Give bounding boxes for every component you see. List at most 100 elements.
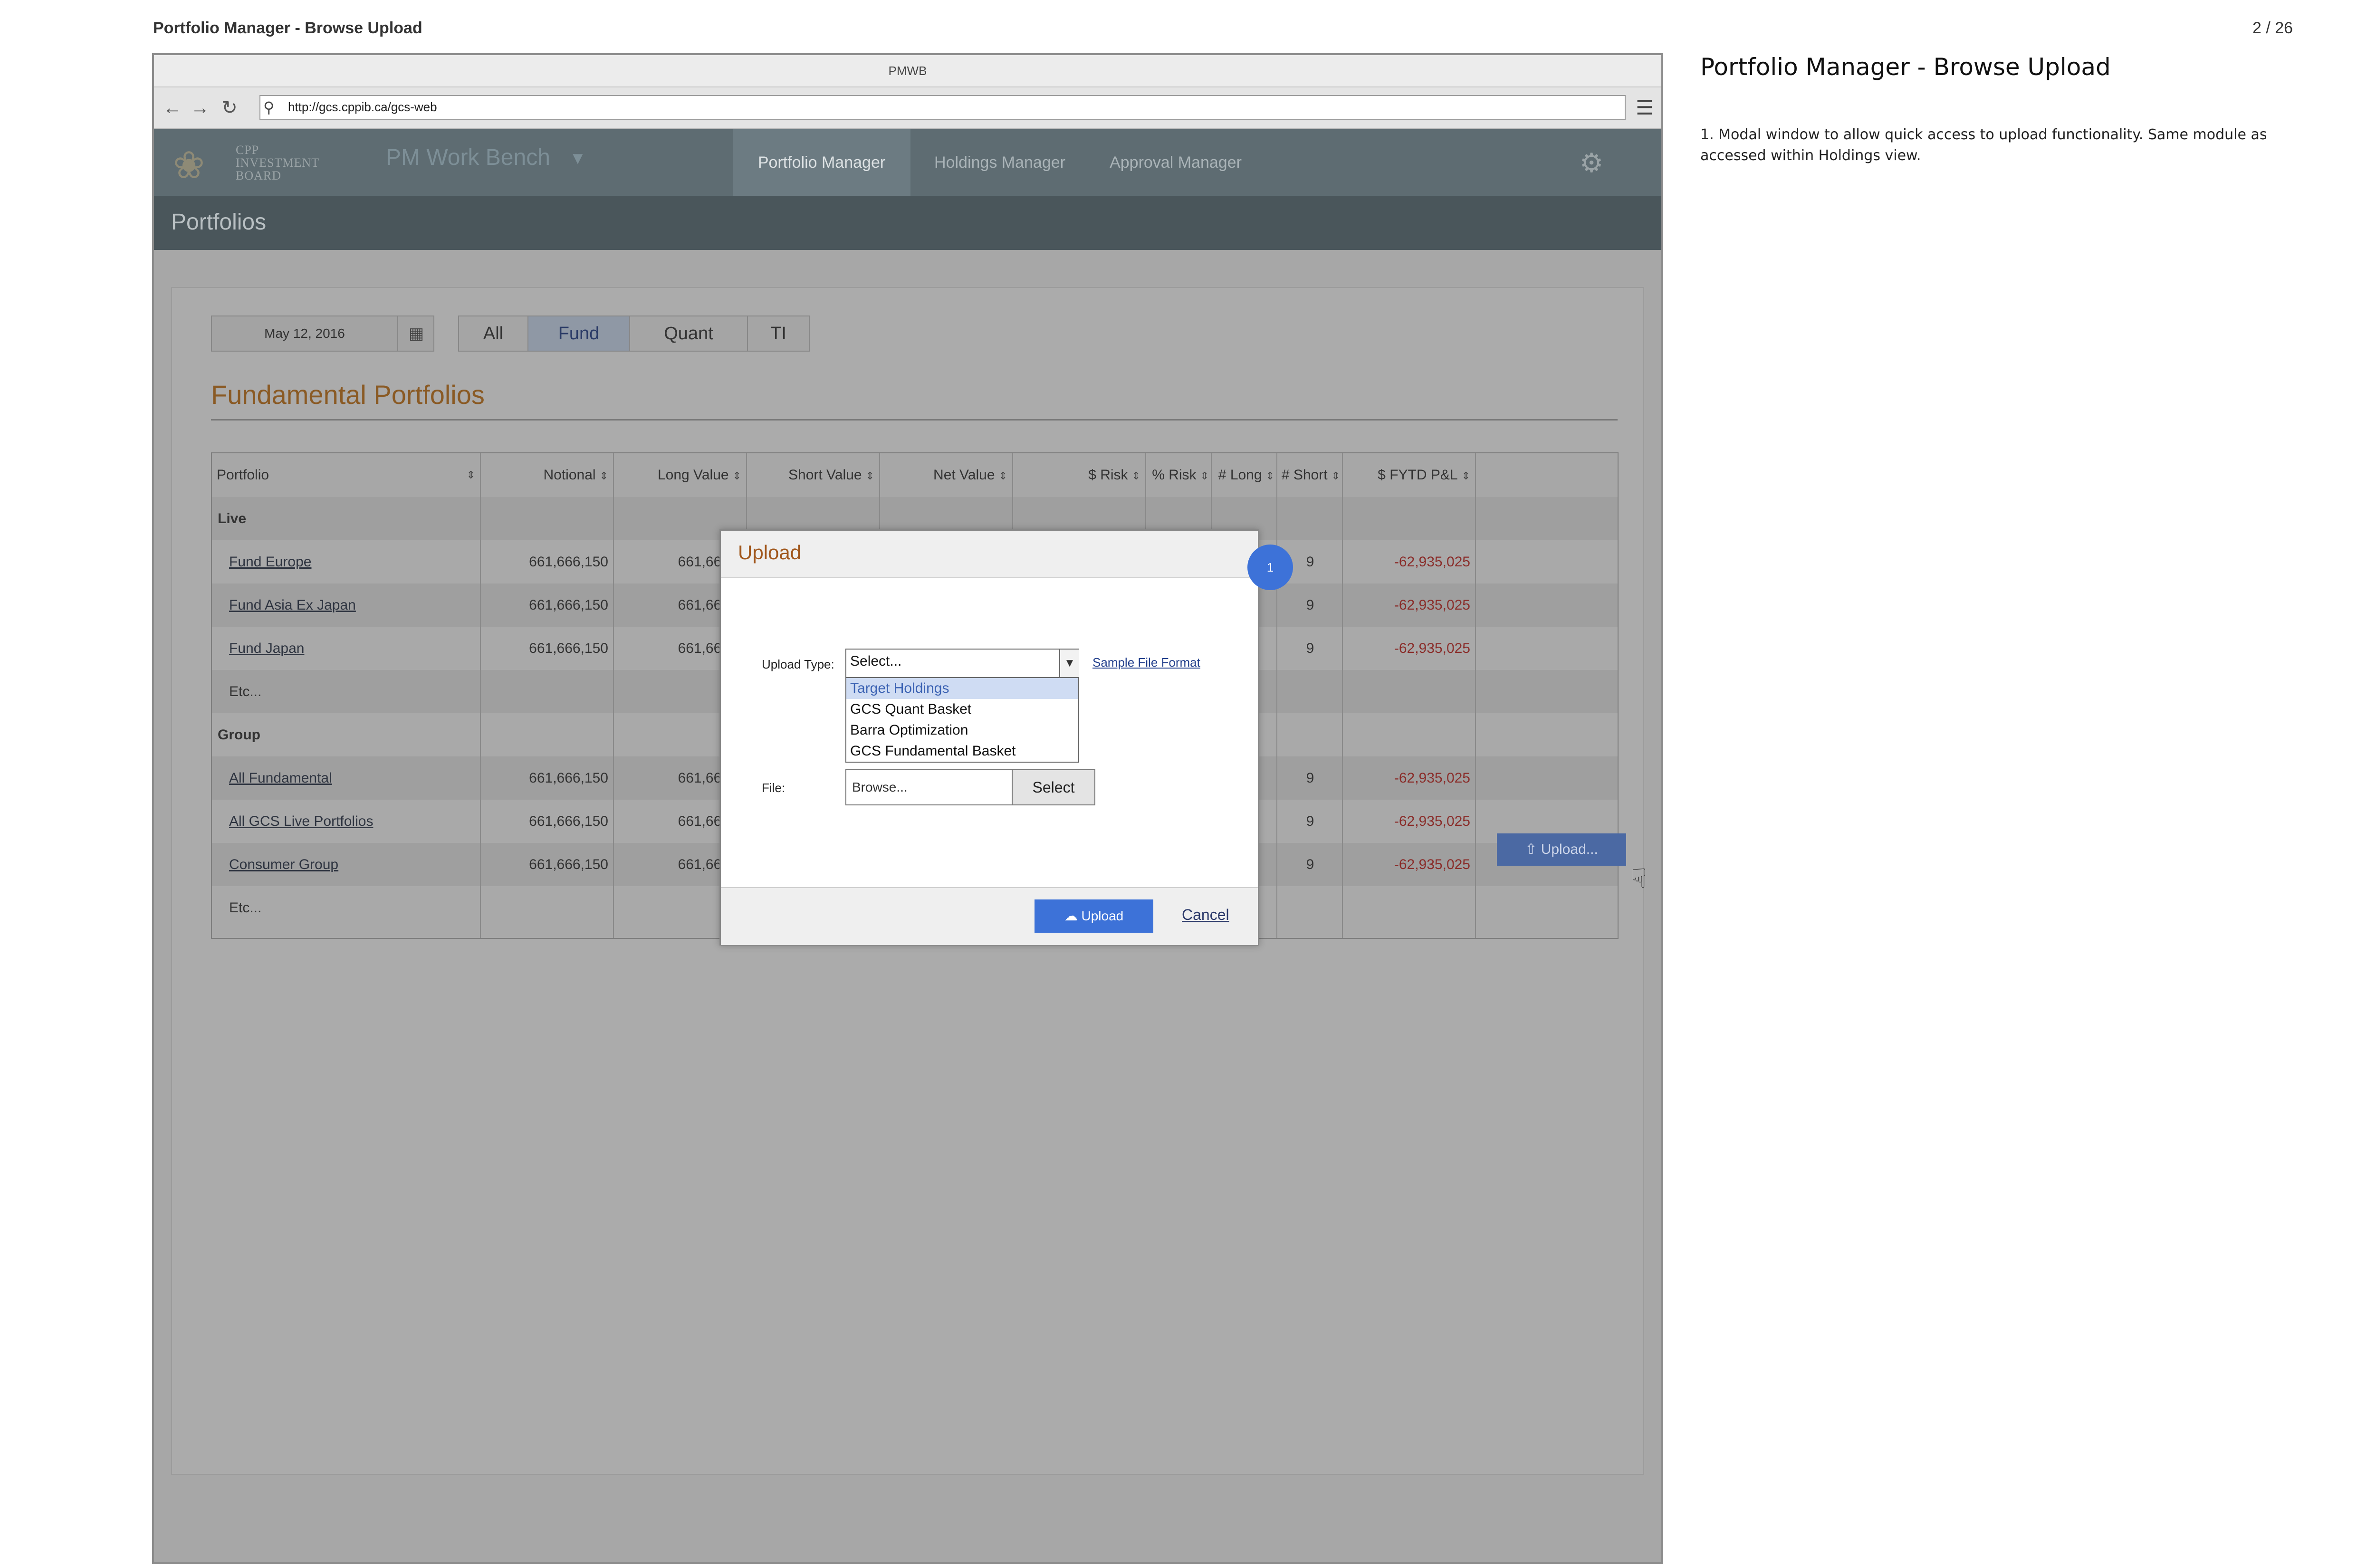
annotation-note: 1. Modal window to allow quick access to… (1700, 126, 2267, 164)
notional-cell: 661,666,150 (529, 813, 608, 829)
select-file-button[interactable]: Select (1012, 769, 1095, 805)
column-header-short-count[interactable]: # Short ⇕ (1277, 453, 1343, 497)
row-upload-button[interactable]: ⇧ Upload... (1497, 833, 1626, 866)
sort-icon[interactable]: ⇕ (1266, 470, 1274, 482)
reload-icon[interactable]: ↻ (218, 96, 241, 120)
hamburger-menu-icon[interactable]: ☰ (1633, 96, 1657, 120)
portfolio-link[interactable]: All Fundamental (212, 756, 481, 800)
portfolio-link[interactable]: All GCS Live Portfolios (212, 800, 481, 843)
caret-down-icon[interactable]: ▼ (569, 148, 586, 168)
url-bar[interactable]: ⚲ http://gcs.cppib.ca/gcs-web (259, 95, 1626, 120)
short-count-cell: 9 (1306, 857, 1314, 872)
column-header-portfolio[interactable]: Portfolio ⇕ (212, 453, 481, 497)
sort-icon[interactable]: ⇕ (1132, 470, 1140, 482)
short-count-cell: 9 (1306, 770, 1314, 786)
fytd-pnl-cell: -62,935,025 (1394, 641, 1470, 656)
forward-arrow-icon[interactable]: → (188, 96, 212, 120)
gear-icon[interactable]: ⚙ (1580, 147, 1603, 179)
column-header-dollar-risk[interactable]: $ Risk ⇕ (1013, 453, 1146, 497)
sort-icon[interactable]: ⇕ (866, 470, 874, 482)
option-gcs-quant-basket[interactable]: GCS Quant Basket (846, 699, 1078, 720)
column-header-fytd-pnl[interactable]: $ FYTD P&L ⇕ (1343, 453, 1476, 497)
sort-icon[interactable]: ⇕ (1332, 470, 1340, 482)
column-divider (613, 453, 614, 938)
sort-icon[interactable]: ⇕ (733, 470, 741, 482)
back-arrow-icon[interactable]: ← (161, 96, 184, 120)
notional-cell: 661,666,150 (529, 857, 608, 872)
option-gcs-fundamental-basket[interactable]: GCS Fundamental Basket (846, 741, 1078, 762)
upload-button[interactable]: ☁ Upload (1035, 899, 1153, 933)
upload-type-label: Upload Type: (762, 657, 834, 671)
column-header-percent-risk[interactable]: % Risk ⇕ (1146, 453, 1212, 497)
page-title: Portfolio Manager - Browse Upload (153, 19, 422, 37)
select-value[interactable]: Select... (850, 653, 901, 669)
logo-text: CPP INVESTMENT BOARD (236, 143, 319, 182)
portfolios-heading: Fundamental Portfolios (211, 380, 485, 410)
column-header-long-value[interactable]: Long Value ⇕ (614, 453, 747, 497)
date-value[interactable]: May 12, 2016 (212, 316, 397, 351)
row-etc-label: Etc... (229, 900, 262, 916)
short-count-cell: 9 (1306, 813, 1314, 829)
column-header-short-value[interactable]: Short Value ⇕ (747, 453, 880, 497)
caret-down-icon[interactable]: ▼ (1059, 650, 1079, 677)
column-header-label: $ Risk (1088, 467, 1128, 483)
section-title: Portfolios (171, 210, 267, 235)
filter-all[interactable]: All (459, 316, 528, 351)
option-barra-optimization[interactable]: Barra Optimization (846, 720, 1078, 741)
filter-fund[interactable]: Fund (528, 316, 630, 351)
notional-cell: 661,666,150 (529, 554, 608, 570)
sort-icon[interactable]: ⇕ (999, 470, 1007, 482)
file-input-placeholder[interactable]: Browse... (852, 780, 908, 795)
column-divider (1276, 453, 1277, 938)
file-input[interactable]: Browse... (845, 769, 1013, 805)
logo-line: INVESTMENT (236, 156, 320, 170)
sort-icon[interactable]: ⇕ (1462, 470, 1470, 482)
fytd-pnl-cell: -62,935,025 (1394, 597, 1470, 613)
browser-titlebar: PMWB (154, 55, 1661, 87)
filter-quant[interactable]: Quant (630, 316, 748, 351)
calendar-icon[interactable]: ▦ (397, 316, 434, 351)
portfolio-link[interactable]: Consumer Group (212, 843, 481, 886)
column-header-notional[interactable]: Notional ⇕ (481, 453, 614, 497)
search-icon: ⚲ (263, 99, 275, 116)
column-header-label: Short Value (788, 467, 862, 483)
option-target-holdings[interactable]: Target Holdings (846, 678, 1078, 699)
date-picker[interactable]: May 12, 2016 ▦ (211, 316, 434, 352)
portfolio-link[interactable]: Fund Japan (212, 627, 481, 670)
short-count-cell: 9 (1306, 597, 1314, 613)
logo-emblem-icon: ❀ (173, 144, 205, 186)
portfolio-link[interactable]: Fund Asia Ex Japan (212, 583, 481, 627)
tab-holdings-manager[interactable]: Holdings Manager (910, 129, 1089, 196)
tab-portfolio-manager[interactable]: Portfolio Manager (733, 129, 910, 196)
portfolio-type-filter: All Fund Quant TI (458, 316, 810, 352)
column-header-label: % Risk (1152, 467, 1197, 483)
url-text[interactable]: http://gcs.cppib.ca/gcs-web (288, 100, 437, 115)
sort-icon[interactable]: ⇕ (467, 453, 475, 497)
sort-icon[interactable]: ⇕ (1200, 470, 1209, 482)
browser-navbar: ← → ↻ ⚲ http://gcs.cppib.ca/gcs-web ☰ (154, 87, 1661, 129)
row-upload-label: Upload... (1541, 841, 1598, 857)
column-header-label: $ FYTD P&L (1378, 467, 1458, 483)
workbench-selector[interactable]: PM Work Bench (386, 144, 550, 171)
heading-divider (211, 419, 1618, 421)
filter-ti[interactable]: TI (748, 316, 809, 351)
upload-type-select[interactable]: Select... ▼ (845, 649, 1079, 678)
section-header: Portfolios (154, 196, 1661, 250)
column-header-net-value[interactable]: Net Value ⇕ (880, 453, 1013, 497)
upload-type-options: Target Holdings GCS Quant Basket Barra O… (845, 677, 1079, 763)
cancel-link[interactable]: Cancel (1182, 906, 1229, 924)
row-group-label: Live (218, 511, 247, 526)
fytd-pnl-cell: -62,935,025 (1394, 554, 1470, 570)
tab-approval-manager[interactable]: Approval Manager (1089, 129, 1262, 196)
column-divider (1342, 453, 1343, 938)
sample-file-format-link[interactable]: Sample File Format (1092, 655, 1200, 670)
sort-icon[interactable]: ⇕ (600, 470, 608, 482)
column-header-label: Portfolio (217, 467, 269, 483)
portfolio-link[interactable]: Fund Europe (212, 540, 481, 583)
notional-cell: 661,666,150 (529, 597, 608, 613)
column-divider (480, 453, 481, 938)
column-header-long-count[interactable]: # Long ⇕ (1212, 453, 1277, 497)
cloud-upload-icon: ☁ (1064, 908, 1082, 923)
file-label: File: (762, 781, 786, 795)
company-logo[interactable]: ❀ CPP INVESTMENT BOARD (173, 140, 335, 186)
